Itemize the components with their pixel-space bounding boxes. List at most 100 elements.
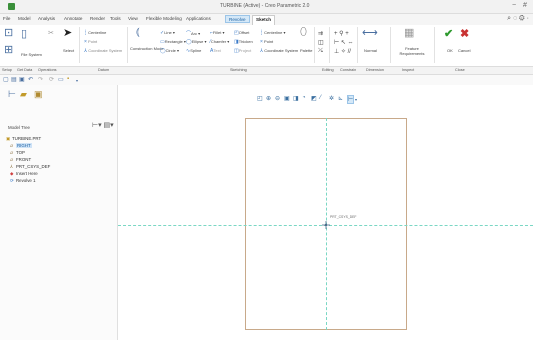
qat-dropdown-icon[interactable]: ▾ bbox=[76, 78, 78, 83]
model-tree-tab-icon[interactable]: ⊢ bbox=[8, 89, 16, 100]
chamfer-button[interactable]: ⁄Chamfer ▾ bbox=[210, 39, 229, 45]
tree-item-top[interactable]: ⧄ TOP bbox=[10, 150, 25, 155]
open-icon[interactable]: ▤ bbox=[11, 76, 17, 83]
datum-csys-button[interactable]: ⅄ Coordinate System bbox=[84, 48, 122, 54]
tree-item-insert-here[interactable]: ◆ Insert Here bbox=[10, 171, 38, 177]
fillet-button[interactable]: ⌐Fillet ▾ bbox=[210, 30, 225, 36]
rectangle-button[interactable]: ▭Rectangle ▾ bbox=[160, 39, 186, 45]
tree-item-right[interactable]: ⧄ RIGHT bbox=[10, 143, 32, 148]
tab-revolve[interactable]: Revolve bbox=[225, 15, 250, 23]
datum-display-icon[interactable]: ⁄ bbox=[320, 95, 321, 101]
view-manager-icon[interactable]: ◩ bbox=[311, 95, 317, 102]
tab-model[interactable]: Model bbox=[18, 16, 31, 21]
sketch-view-icon[interactable]: ⊾ bbox=[338, 95, 343, 102]
group-constrain[interactable]: Constrain bbox=[340, 68, 356, 72]
ok-button[interactable]: OK bbox=[447, 48, 453, 53]
normal-dimension-button[interactable]: Normal bbox=[364, 48, 377, 53]
mirror-icon[interactable]: ◫ bbox=[318, 39, 324, 46]
modify-icon[interactable]: ⇉ bbox=[318, 30, 323, 37]
tree-item-turbine-prt[interactable]: ▣ TURBINE.PRT bbox=[6, 136, 41, 142]
tab-render[interactable]: Render bbox=[90, 16, 105, 21]
feature-requirements-button[interactable]: Feature Requirements bbox=[396, 46, 428, 56]
saved-orientations-icon[interactable]: ◨ bbox=[293, 95, 299, 102]
text-button[interactable]: AText bbox=[210, 48, 221, 54]
repaint-icon[interactable]: ▣ bbox=[284, 95, 290, 102]
ok-check-icon[interactable]: ✔ bbox=[444, 27, 453, 40]
sketch-csys-button[interactable]: ⅄ Coordinate System bbox=[260, 48, 298, 54]
refit-icon[interactable]: ◰ bbox=[257, 95, 263, 102]
group-operations[interactable]: Operations bbox=[38, 68, 57, 72]
window-menu-icon[interactable]: # bbox=[523, 2, 527, 9]
line-button[interactable]: ✓Line ▾ bbox=[160, 30, 175, 36]
quick-search-icon[interactable]: ⌕ ◌ ⚙ · bbox=[507, 15, 529, 23]
cut-icon[interactable]: ✂ bbox=[48, 29, 54, 37]
display-style-icon[interactable]: ◔ bbox=[302, 95, 306, 101]
file-system-icon[interactable]: ▯ bbox=[21, 27, 27, 40]
select-button[interactable]: Select bbox=[63, 48, 74, 53]
spline-button[interactable]: ∿Spline bbox=[186, 48, 201, 54]
tree-item-prt-csys-def[interactable]: ⅄ PRT_CSYS_DEF bbox=[10, 164, 50, 170]
new-icon[interactable]: ▢ bbox=[3, 76, 9, 83]
tab-analysis[interactable]: Analysis bbox=[38, 16, 55, 21]
regenerate-icon[interactable]: ⟳ bbox=[49, 76, 54, 83]
palette-button[interactable]: Palette bbox=[300, 48, 312, 53]
tab-sketch[interactable]: Sketch bbox=[252, 15, 276, 25]
constrain-row2-icons[interactable]: ⊢ ↖ ⇔ bbox=[334, 39, 354, 46]
offset-button[interactable]: ◰Offset bbox=[234, 30, 249, 36]
undo-icon[interactable]: ↶ bbox=[28, 76, 33, 83]
ellipse-button[interactable]: ◯Ellipse ▾ bbox=[186, 39, 207, 45]
sketcher-display-filters-icon[interactable]: ⊢ bbox=[347, 95, 355, 104]
toolbar-dropdown-icon[interactable]: ▾ bbox=[355, 97, 357, 102]
datum-point-button[interactable]: × Point bbox=[84, 39, 97, 45]
close-window-icon[interactable]: ▪ bbox=[67, 76, 69, 82]
normal-dimension-icon[interactable]: ⟷ bbox=[362, 26, 378, 39]
sketch-setup-icon[interactable]: ⊡ bbox=[4, 26, 13, 39]
quick-access-toolbar: ▢ ▤ ▣ ↶ ↷ ⟳ ▭ ▪ ▾ bbox=[0, 75, 533, 85]
graphics-window[interactable]: ◰ ⊕ ⊖ ▣ ◨ ◔ ◩ ⁄ ✲ ⊾ ⊢ ▾ PRT_CSYS_DEF bbox=[118, 85, 533, 340]
tab-annotate[interactable]: Annotate bbox=[64, 16, 82, 21]
redo-icon[interactable]: ↷ bbox=[38, 76, 43, 83]
save-icon[interactable]: ▣ bbox=[19, 76, 25, 83]
cancel-x-icon[interactable]: ✖ bbox=[460, 27, 469, 40]
tab-applications[interactable]: Applications bbox=[186, 16, 211, 21]
folder-browser-tab-icon[interactable]: ▰ bbox=[20, 89, 27, 100]
feature-requirements-icon[interactable]: ▦ bbox=[404, 26, 414, 39]
group-get-data[interactable]: Get Data bbox=[17, 68, 32, 72]
tab-file[interactable]: File bbox=[3, 16, 10, 21]
tab-view[interactable]: View bbox=[128, 16, 138, 21]
reference-icon[interactable]: ⊞ bbox=[4, 43, 13, 56]
favorites-tab-icon[interactable]: ▣ bbox=[34, 89, 43, 100]
divide-icon[interactable]: ⤯ bbox=[318, 48, 323, 55]
tree-item-revolve-1[interactable]: ⟳ Revolve 1 bbox=[10, 178, 36, 184]
sketch-centerline-button[interactable]: ┊ Centerline ▾ bbox=[260, 30, 286, 36]
constrain-row3-icons[interactable]: ⊥ ✧ // bbox=[334, 48, 351, 55]
tab-flexible-modeling[interactable]: Flexible Modeling bbox=[146, 16, 182, 21]
constrain-row1-icons[interactable]: + ⚲ + bbox=[334, 30, 349, 37]
sketch-csys-label: Coordinate System bbox=[264, 48, 299, 53]
construction-mode-icon[interactable]: ⦅ bbox=[136, 26, 140, 39]
spin-center-icon[interactable]: ✲ bbox=[329, 95, 334, 102]
construction-mode-button[interactable]: Construction Mode bbox=[130, 46, 164, 51]
file-system-button[interactable]: File System bbox=[21, 52, 42, 57]
thicken-button[interactable]: ◨Thicken bbox=[234, 39, 253, 45]
cancel-button[interactable]: Cancel bbox=[458, 48, 470, 53]
datum-centerline-button[interactable]: ┊ Centerline bbox=[84, 30, 106, 36]
tree-item-front[interactable]: ⧄ FRONT bbox=[10, 157, 31, 162]
windows-icon[interactable]: ▭ bbox=[58, 76, 64, 83]
minimize-icon[interactable]: − bbox=[512, 2, 516, 9]
zoom-in-icon[interactable]: ⊕ bbox=[266, 95, 271, 102]
group-dimension[interactable]: Dimension bbox=[366, 68, 384, 72]
project-button[interactable]: ◫Project bbox=[234, 48, 251, 54]
select-arrow-icon[interactable]: ➤ bbox=[63, 26, 72, 39]
ribbon-group-labels: Setup Get Data Operations Datum Sketchin… bbox=[0, 67, 533, 75]
tree-settings-icon[interactable]: ⊢▾ ▤▾ bbox=[92, 121, 114, 129]
group-setup[interactable]: Setup bbox=[2, 68, 12, 72]
circle-button[interactable]: ◯Circle ▾ bbox=[160, 48, 179, 54]
zoom-out-icon[interactable]: ⊖ bbox=[275, 95, 280, 102]
ribbon-tabs: File Model Analysis Annotate Render Tool… bbox=[0, 14, 533, 25]
sketch-point-button[interactable]: × Point bbox=[260, 39, 273, 45]
tab-tools[interactable]: Tools bbox=[110, 16, 121, 21]
palette-icon[interactable]: ⬯ bbox=[300, 26, 307, 39]
group-inspect[interactable]: Inspect bbox=[402, 68, 414, 72]
arc-button[interactable]: ⌒Arc ▾ bbox=[186, 30, 200, 37]
